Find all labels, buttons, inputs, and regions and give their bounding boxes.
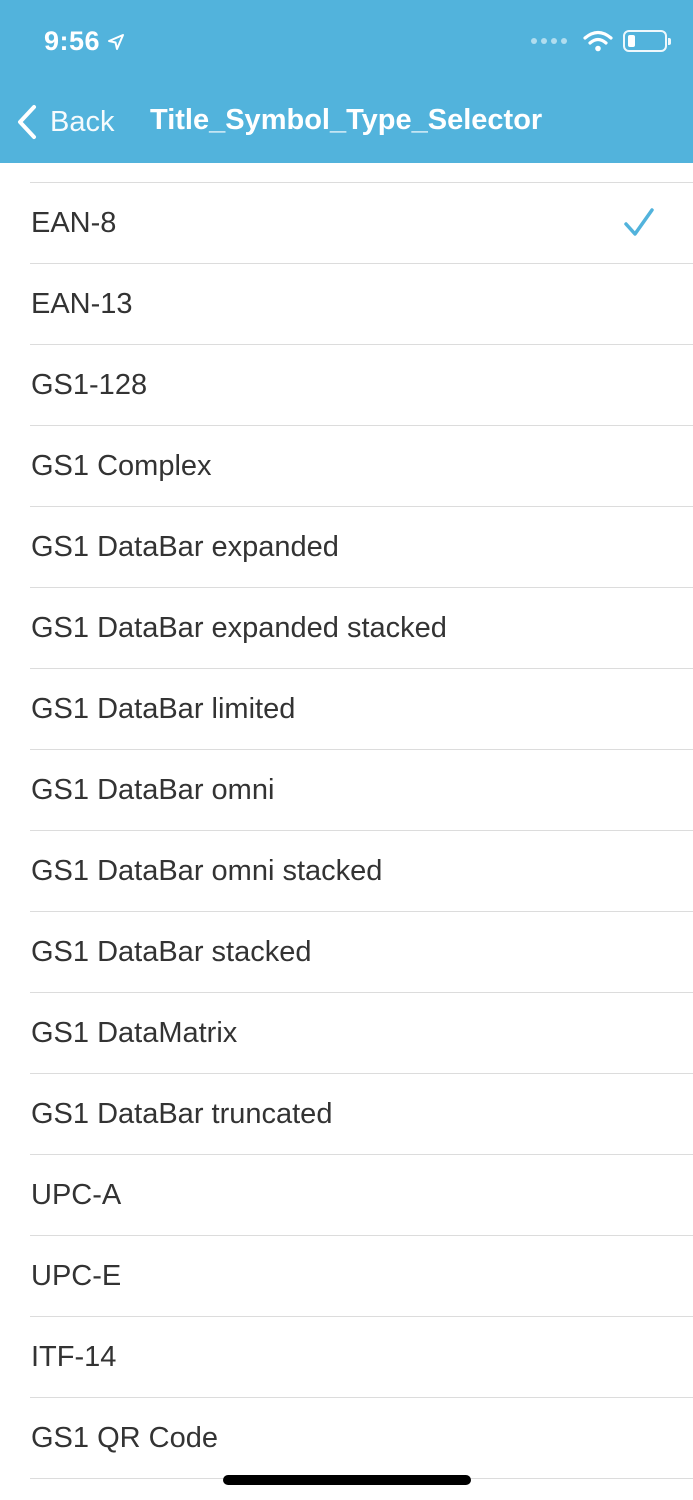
- list-item[interactable]: EAN-13: [0, 264, 693, 345]
- home-indicator: [223, 1475, 471, 1485]
- cellular-signal-icon: [531, 38, 567, 44]
- list-item[interactable]: UPC-E: [0, 1236, 693, 1317]
- list-item-label: GS1 DataBar stacked: [31, 936, 312, 968]
- list-item-label: GS1 DataBar limited: [31, 693, 296, 725]
- list-item[interactable]: GS1 DataBar omni: [0, 750, 693, 831]
- list-item[interactable]: UPC-A: [0, 1155, 693, 1236]
- list-item-label: GS1 DataBar truncated: [31, 1098, 333, 1130]
- back-button[interactable]: Back: [14, 100, 114, 144]
- back-label: Back: [50, 105, 115, 138]
- list-item-label: UPC-A: [31, 1179, 122, 1211]
- battery-level: [628, 35, 635, 47]
- page-title: Title_Symbol_Type_Selector: [150, 104, 543, 136]
- list-item[interactable]: GS1 QR Code: [0, 1398, 693, 1479]
- location-arrow-icon: [108, 33, 125, 50]
- list-item-label: GS1 QR Code: [31, 1422, 218, 1454]
- navigation-header: 9:56 Back Title_Symbol_Type_Selector: [0, 0, 693, 163]
- checkmark-icon: [624, 208, 654, 236]
- list-item[interactable]: GS1 DataBar limited: [0, 669, 693, 750]
- list-item[interactable]: ITF-14: [0, 1317, 693, 1398]
- list-item[interactable]: GS1 DataBar stacked: [0, 912, 693, 993]
- list-item-label: GS1 DataBar omni: [31, 774, 275, 806]
- list-item[interactable]: EAN-8: [0, 183, 693, 264]
- list-item[interactable]: GS1 Complex: [0, 426, 693, 507]
- list-item-label: GS1-128: [31, 369, 148, 401]
- list-item-label: EAN-13: [31, 288, 133, 320]
- list-item-label: GS1 DataBar expanded: [31, 531, 339, 563]
- list-item-label: EAN-8: [31, 207, 117, 239]
- list-item[interactable]: GS1 DataMatrix: [0, 993, 693, 1074]
- screen: 9:56 Back Title_Symbol_Type_Selector EAN…: [0, 0, 693, 1500]
- wifi-icon: [583, 30, 613, 52]
- battery-icon: [623, 30, 671, 52]
- list-item-label: GS1 DataMatrix: [31, 1017, 238, 1049]
- list-item-label: ITF-14: [31, 1341, 117, 1373]
- list-item[interactable]: GS1 DataBar expanded: [0, 507, 693, 588]
- list-item-label: GS1 DataBar expanded stacked: [31, 612, 447, 644]
- list-item-label: UPC-E: [31, 1260, 122, 1292]
- status-time: 9:56: [44, 26, 126, 57]
- list-item-label: GS1 Complex: [31, 450, 212, 482]
- chevron-left-icon: [18, 105, 36, 139]
- time-text: 9:56: [44, 26, 101, 56]
- status-icons: [531, 30, 671, 52]
- list-item[interactable]: GS1 DataBar truncated: [0, 1074, 693, 1155]
- list-item-label: GS1 DataBar omni stacked: [31, 855, 383, 887]
- list-item[interactable]: GS1 DataBar omni stacked: [0, 831, 693, 912]
- list-item[interactable]: GS1-128: [0, 345, 693, 426]
- list-item[interactable]: GS1 DataBar expanded stacked: [0, 588, 693, 669]
